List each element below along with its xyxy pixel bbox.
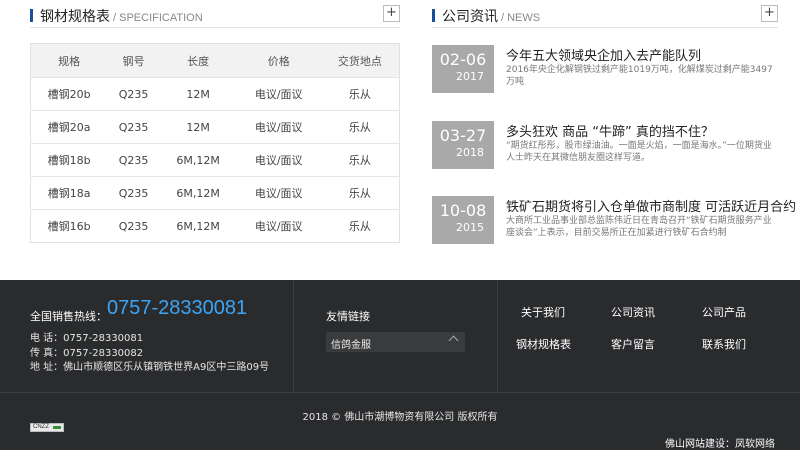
site-credit[interactable]: 佛山网站建设：凤软网络 (665, 435, 775, 450)
cnzz-badge[interactable]: CNZZ (30, 423, 64, 432)
news-item-title[interactable]: 今年五大领域央企加入去产能队列 (506, 45, 701, 64)
table-cell: 12M (159, 77, 237, 111)
news-date-badge: 10-08 2015 (432, 196, 494, 244)
table-cell: 6M,12M (159, 143, 237, 177)
table-cell: Q235 (107, 209, 160, 243)
friend-links-select[interactable]: 信鸽金服 (326, 332, 465, 352)
spec-more-button[interactable]: + (383, 5, 400, 22)
news-more-button[interactable]: + (761, 5, 778, 22)
table-cell: 6M,12M (159, 176, 237, 210)
news-title: 公司资讯 / NEWS (442, 6, 540, 26)
spec-title-text: 钢材规格表 (40, 9, 110, 25)
table-row: 槽钢20b Q235 12M 电议/面议 乐从 (30, 77, 400, 111)
table-header-row: 规格 钢号 长度 价格 交货地点 (30, 43, 400, 78)
header-cell: 钢号 (107, 43, 160, 78)
table-cell: 槽钢20a (30, 110, 108, 144)
contact-fax: 传 真：0757-28330082 (30, 348, 144, 359)
footer-nav-messages[interactable]: 客户留言 (611, 336, 655, 352)
table-cell: Q235 (107, 110, 160, 144)
news-date-badge: 02-06 2017 (432, 45, 494, 93)
table-cell: 电议/面议 (236, 77, 321, 111)
news-subtitle: / NEWS (501, 12, 541, 24)
news-item-title[interactable]: 多头狂欢 商品 “牛蹄” 真的挡不住？ (506, 121, 714, 140)
footer-nav-contact[interactable]: 联系我们 (702, 336, 746, 352)
news-year: 2018 (456, 146, 484, 159)
spec-subtitle: / SPECIFICATION (113, 12, 203, 24)
cnzz-stat-icon (53, 426, 61, 429)
news-item[interactable]: 03-27 2018 多头狂欢 商品 “牛蹄” 真的挡不住？ “期货红彤彤，股市… (432, 121, 780, 175)
header-cell: 规格 (30, 43, 108, 78)
news-title-text: 公司资讯 (442, 9, 498, 25)
header-cell: 交货地点 (320, 43, 400, 78)
section-marker (432, 9, 435, 22)
spec-section-header: 钢材规格表 / SPECIFICATION + (30, 2, 400, 28)
table-cell: 乐从 (320, 176, 400, 210)
hotline-label: 全国销售热线： (30, 310, 107, 323)
news-date: 10-08 (439, 201, 487, 220)
table-cell: Q235 (107, 143, 160, 177)
news-year: 2015 (456, 221, 484, 234)
table-cell: 槽钢18a (30, 176, 108, 210)
divider (293, 280, 294, 393)
table-cell: 电议/面议 (236, 176, 321, 210)
table-cell: 槽钢18b (30, 143, 108, 177)
news-item[interactable]: 02-06 2017 今年五大领域央企加入去产能队列 2016年央企化解钢铁过剩… (432, 45, 780, 99)
page: 钢材规格表 / SPECIFICATION + 规格 钢号 长度 价格 交货地点 … (0, 0, 800, 450)
footer-nav-spec[interactable]: 钢材规格表 (516, 336, 571, 352)
table-cell: 槽钢16b (30, 209, 108, 243)
friend-links-title: 友情链接 (326, 310, 370, 323)
news-item-title[interactable]: 铁矿石期货将引入仓单做市商制度 可活跃近月合约 (506, 196, 796, 215)
spec-title: 钢材规格表 / SPECIFICATION (40, 6, 203, 26)
table-row: 槽钢16b Q235 6M,12M 电议/面议 乐从 (30, 209, 400, 243)
table-row: 槽钢20a Q235 12M 电议/面议 乐从 (30, 110, 400, 144)
contact-phone: 电 话：0757-28330081 (30, 333, 144, 344)
footer-nav-about[interactable]: 关于我们 (521, 304, 565, 320)
contact-address: 地 址：佛山市顺德区乐从镇钢铁世界A9区中三路09号 (30, 362, 270, 373)
copyright: 2018 © 佛山市潮博物资有限公司 版权所有 (302, 412, 498, 423)
table-row: 槽钢18a Q235 6M,12M 电议/面议 乐从 (30, 176, 400, 210)
table-cell: Q235 (107, 77, 160, 111)
news-item-summary: “期货红彤彤，股市绿油油。一面是火焰，一面是海水。”一位期货业人士昨天在其微信朋… (506, 141, 772, 163)
footer-nav-news[interactable]: 公司资讯 (611, 304, 655, 320)
news-date: 02-06 (439, 50, 487, 69)
news-year: 2017 (456, 70, 484, 83)
footer: 全国销售热线： 0757-28330081 电 话：0757-28330081 … (0, 280, 800, 450)
friend-links-selected: 信鸽金服 (331, 340, 371, 351)
news-item-summary: 2016年央企化解钢铁过剩产能1019万吨，化解煤炭过剩产能3497万吨 (506, 65, 773, 87)
news-section-header: 公司资讯 / NEWS + (432, 2, 778, 28)
table-cell: 乐从 (320, 209, 400, 243)
news-item-summary: 大商所工业品事业部总监陈伟近日在青岛召开“铁矿石期货服务产业座谈会”上表示，目前… (506, 216, 772, 238)
table-cell: 乐从 (320, 143, 400, 177)
chevron-down-icon (448, 335, 459, 346)
table-cell: 6M,12M (159, 209, 237, 243)
table-cell: 电议/面议 (236, 110, 321, 144)
table-cell: 电议/面议 (236, 209, 321, 243)
table-cell: 乐从 (320, 110, 400, 144)
spec-table: 规格 钢号 长度 价格 交货地点 槽钢20b Q235 12M 电议/面议 乐从… (30, 43, 400, 243)
news-date-badge: 03-27 2018 (432, 121, 494, 169)
table-cell: Q235 (107, 176, 160, 210)
table-row: 槽钢18b Q235 6M,12M 电议/面议 乐从 (30, 143, 400, 177)
cnzz-label: CNZZ (33, 424, 49, 430)
footer-nav-products[interactable]: 公司产品 (702, 304, 746, 320)
hotline-number: 0757-28330081 (107, 297, 248, 319)
header-cell: 价格 (236, 43, 321, 78)
table-cell: 槽钢20b (30, 77, 108, 111)
table-cell: 电议/面议 (236, 143, 321, 177)
table-cell: 12M (159, 110, 237, 144)
header-cell: 长度 (159, 43, 237, 78)
news-date: 03-27 (439, 126, 487, 145)
section-marker (30, 9, 33, 22)
table-cell: 乐从 (320, 77, 400, 111)
news-item[interactable]: 10-08 2015 铁矿石期货将引入仓单做市商制度 可活跃近月合约 大商所工业… (432, 196, 796, 250)
divider (497, 280, 498, 393)
footer-main: 全国销售热线： 0757-28330081 电 话：0757-28330081 … (0, 280, 800, 393)
